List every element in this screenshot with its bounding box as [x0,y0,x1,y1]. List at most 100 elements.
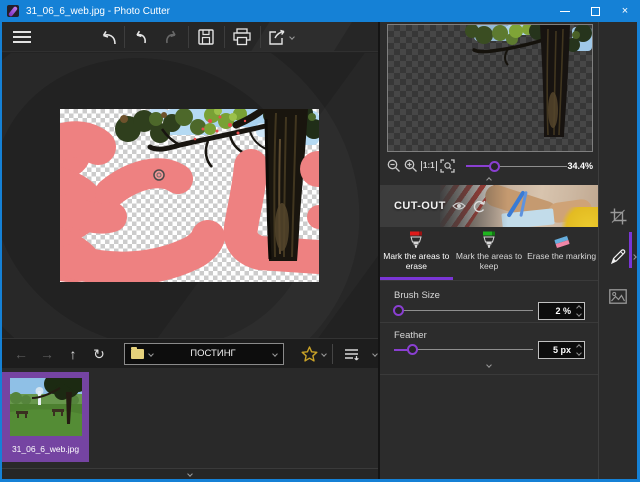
preview-collapse-button[interactable] [380,178,598,182]
main-toolbar [2,22,378,52]
maximize-button[interactable] [580,0,610,22]
share-dropdown-caret [289,34,295,40]
brush-size-label: Brush Size [394,290,440,301]
green-marker-icon [481,231,497,249]
list-view-icon [344,347,360,361]
crop-tool-button[interactable] [606,204,630,228]
chevron-right-icon [631,254,637,260]
folder-name: ПОСТИНГ [153,348,273,359]
eraser-icon [552,234,572,250]
folder-name-caret [272,351,278,357]
zoom-percentage: 34.4% [567,161,593,171]
zoom-in-button[interactable] [404,159,418,173]
chevron-down-icon [187,471,193,477]
brush-size-slider[interactable] [394,305,533,316]
image-tool-button[interactable] [606,284,630,308]
undo-icon [131,27,151,47]
spinner-down-icon [576,311,582,317]
redo-button[interactable] [158,22,184,52]
brush-size-thumb[interactable] [393,305,404,316]
erase-marking-button[interactable]: Erase the marking [525,227,598,280]
close-button[interactable]: × [610,0,640,22]
undo-button[interactable] [128,22,154,52]
thumbnail-image [10,378,82,436]
tool-panel: 1:1 34.4% [380,22,598,479]
draw-tool-button[interactable] [606,244,630,268]
mark-erase-button[interactable]: Mark the areas to erase [380,227,453,280]
editor-canvas[interactable] [2,53,378,338]
zoom-slider[interactable] [466,161,568,172]
feather-spinner[interactable] [573,342,584,358]
brush-size-spinner[interactable] [573,303,584,319]
arrow-right-icon: → [40,347,54,361]
maximize-icon [591,7,600,16]
tool-label: Mark the areas to keep [454,251,524,271]
red-marker-icon [408,231,424,249]
arrow-left-icon: ← [14,347,28,361]
star-icon [301,346,318,362]
folder-selector[interactable]: ПОСТИНГ [124,343,284,365]
feather-value: 5 px [539,345,573,355]
browser-toolbar: ← → ↑ ↻ ПОСТИНГ [2,338,378,368]
arrow-up-icon: ↑ [70,347,77,361]
zoom-out-icon [387,159,401,173]
folder-icon [131,349,144,359]
working-image-art [60,109,319,282]
chevron-up-icon [486,177,492,183]
brush-size-value: 2 % [539,306,573,316]
mode-toolbar [599,22,637,479]
reset-undo-icon[interactable] [472,200,486,213]
feather-thumb[interactable] [407,344,418,355]
close-icon: × [622,5,628,17]
nav-back-button[interactable]: ← [8,341,34,367]
panel-collapse-button[interactable] [380,363,598,367]
view-options-button[interactable] [339,341,365,367]
filmstrip-collapse-bar[interactable] [2,468,378,479]
file-thumbnail-selected[interactable]: 31_06_6_web.jpg [2,372,89,462]
chevron-down-icon [486,362,492,368]
save-button[interactable] [192,22,220,52]
image-icon [609,289,627,304]
favorites-button[interactable] [296,341,322,367]
crop-icon [610,208,627,225]
zoom-fit-button[interactable] [440,159,455,173]
favorites-caret[interactable] [321,351,327,357]
folder-up-button[interactable]: ↑ [60,341,86,367]
undo-all-icon [97,27,119,47]
brush-size-input[interactable]: 2 % [538,302,585,320]
feather-input[interactable]: 5 px [538,341,585,359]
one-to-one-icon: 1:1 [421,161,437,171]
mark-keep-button[interactable]: Mark the areas to keep [453,227,526,280]
share-button[interactable] [263,22,297,52]
print-button[interactable] [228,22,256,52]
preview-eye-icon[interactable] [452,201,466,211]
feather-icon [8,6,18,17]
result-preview [387,24,593,152]
menu-button[interactable] [10,22,34,52]
view-options-caret[interactable] [372,351,378,357]
zoom-out-button[interactable] [387,159,401,173]
working-image[interactable] [60,109,319,282]
app-window: 31_06_6_web.jpg - Photo Cutter × [0,0,640,482]
cutout-banner: CUT-OUT [380,185,598,227]
feather-slider[interactable] [394,344,533,355]
title-bar: 31_06_6_web.jpg - Photo Cutter × [0,0,640,22]
save-icon [196,27,216,47]
panel-expander[interactable] [632,246,636,264]
refresh-icon: ↻ [93,347,105,361]
undo-all-button[interactable] [94,22,122,52]
minimize-button[interactable] [550,0,580,22]
zoom-in-icon [404,159,418,173]
zoom-controls: 1:1 34.4% [387,156,593,176]
zoom-100-button[interactable]: 1:1 [421,161,437,171]
print-icon [231,27,253,47]
fit-view-icon [440,159,455,173]
redo-icon [161,27,181,47]
tool-label: Erase the marking [527,251,597,261]
zoom-slider-thumb[interactable] [489,161,500,172]
refresh-button[interactable]: ↻ [86,341,112,367]
filmstrip: 31_06_6_web.jpg [2,368,378,468]
nav-forward-button[interactable]: → [34,341,60,367]
tool-label: Mark the areas to erase [381,251,451,271]
thumbnail-filename: 31_06_6_web.jpg [12,444,79,454]
